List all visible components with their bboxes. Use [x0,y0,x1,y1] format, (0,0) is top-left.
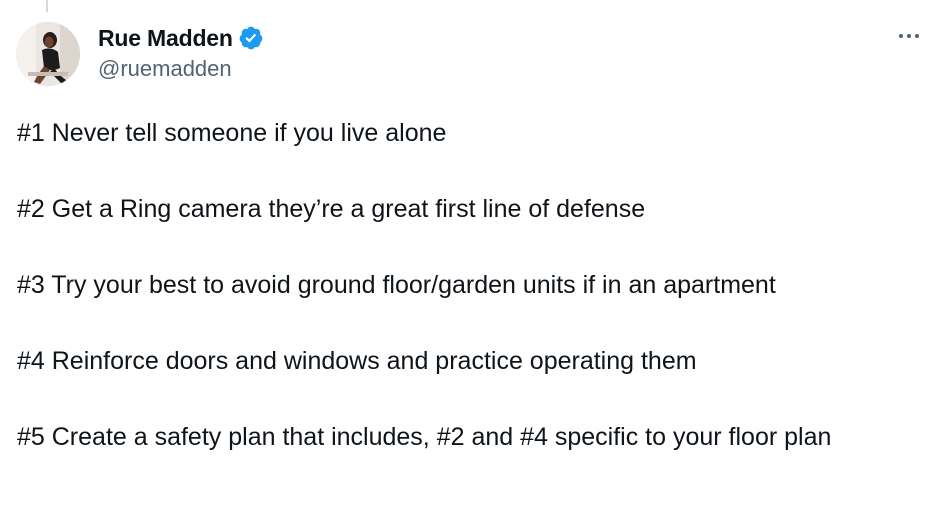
tweet-line: #3 Try your best to avoid ground floor/g… [17,271,776,299]
author-handle[interactable]: @ruemadden [98,56,264,82]
tweet-line: #1 Never tell someone if you live alone [17,119,447,147]
thread-connector-line [46,0,48,12]
tweet-header: Rue Madden @ruemadden [98,22,264,82]
more-dot [899,34,903,38]
author-name-row: Rue Madden [98,22,264,54]
author-display-name[interactable]: Rue Madden [98,25,233,52]
more-options-icon[interactable] [894,24,924,48]
more-dot [915,34,919,38]
tweet-line: #4 Reinforce doors and windows and pract… [17,347,697,375]
author-avatar[interactable] [16,22,80,86]
verified-badge-icon[interactable] [238,25,264,51]
tweet-text: #1 Never tell someone if you live alone … [17,114,917,456]
avatar-image [16,22,80,86]
tweet-line: #5 Create a safety plan that includes, #… [17,423,832,451]
more-dot [907,34,911,38]
tweet-line: #2 Get a Ring camera they’re a great fir… [17,195,646,223]
